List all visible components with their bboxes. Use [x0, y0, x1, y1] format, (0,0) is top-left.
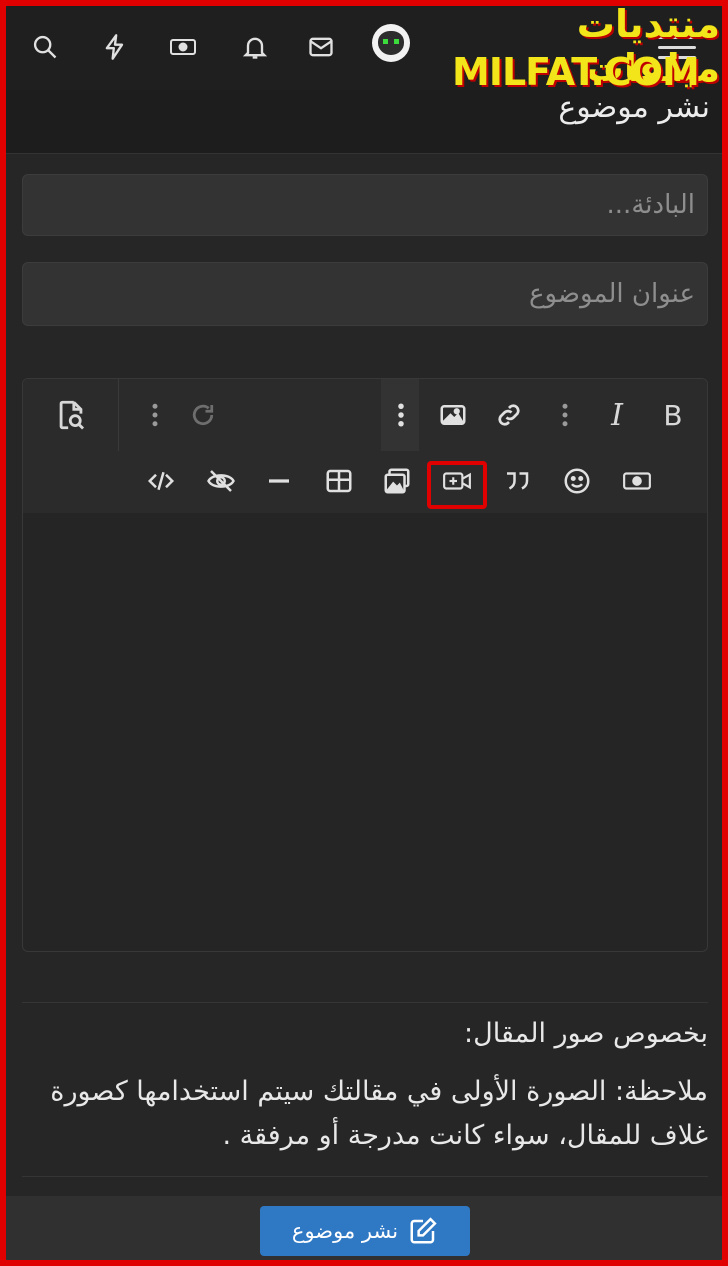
title-input[interactable]: عنوان الموضوع [22, 262, 708, 326]
edit-icon [410, 1217, 437, 1244]
avatar-face-icon [378, 31, 404, 55]
table-icon[interactable] [319, 461, 359, 501]
image-icon[interactable] [433, 395, 473, 435]
more-dots-icon[interactable] [545, 395, 585, 435]
preview-button[interactable] [23, 379, 119, 451]
hide-icon[interactable] [201, 461, 241, 501]
link-icon[interactable] [489, 395, 529, 435]
divider [22, 1002, 708, 1003]
italic-button[interactable]: I [597, 395, 637, 435]
preview-icon [59, 400, 84, 430]
search-icon[interactable] [28, 30, 62, 64]
top-navbar: منتديات ميلفات MILFAT.COM [6, 6, 722, 94]
submit-thread-button[interactable]: نشر موضوع [260, 1206, 470, 1256]
app-frame: منتديات ميلفات MILFAT.COM نشر موضوع البا… [0, 0, 728, 1266]
editor-toolbar-row-1: I B [23, 379, 707, 451]
title-bar: نشر موضوع [6, 90, 722, 154]
money-icon[interactable] [617, 461, 657, 501]
prefix-select[interactable]: البادئة... [22, 174, 708, 236]
title-placeholder: عنوان الموضوع [528, 279, 695, 309]
money-icon[interactable] [166, 30, 200, 64]
menu-icon[interactable] [658, 36, 696, 60]
bold-button[interactable]: B [653, 395, 693, 435]
avatar[interactable] [372, 24, 410, 62]
quote-icon[interactable] [497, 461, 537, 501]
note-body: ملاحظة: الصورة الأولى في مقالتك سيتم است… [50, 1076, 708, 1151]
form-footer: نشر موضوع [6, 1196, 722, 1260]
rich-text-editor[interactable]: I B [22, 378, 708, 952]
lightning-icon[interactable] [98, 30, 132, 64]
editor-toolbar-row-2 [23, 451, 707, 513]
page-title: نشر موضوع [558, 90, 710, 125]
prefix-placeholder: البادئة... [606, 190, 695, 220]
more-dots-icon[interactable] [135, 395, 175, 435]
redo-icon[interactable] [183, 395, 223, 435]
editor-content-area[interactable] [23, 513, 707, 951]
submit-label: نشر موضوع [291, 1219, 399, 1243]
code-icon[interactable] [141, 461, 181, 501]
mail-icon[interactable] [304, 30, 338, 64]
note-heading: بخصوص صور المقال: [464, 1018, 708, 1049]
divider [22, 1176, 708, 1177]
gallery-icon[interactable] [377, 461, 417, 501]
bell-icon[interactable] [238, 30, 272, 64]
more-vertical-icon[interactable] [381, 395, 421, 435]
hr-icon[interactable] [259, 461, 299, 501]
smile-icon[interactable] [557, 461, 597, 501]
media-highlight-box [427, 461, 487, 509]
